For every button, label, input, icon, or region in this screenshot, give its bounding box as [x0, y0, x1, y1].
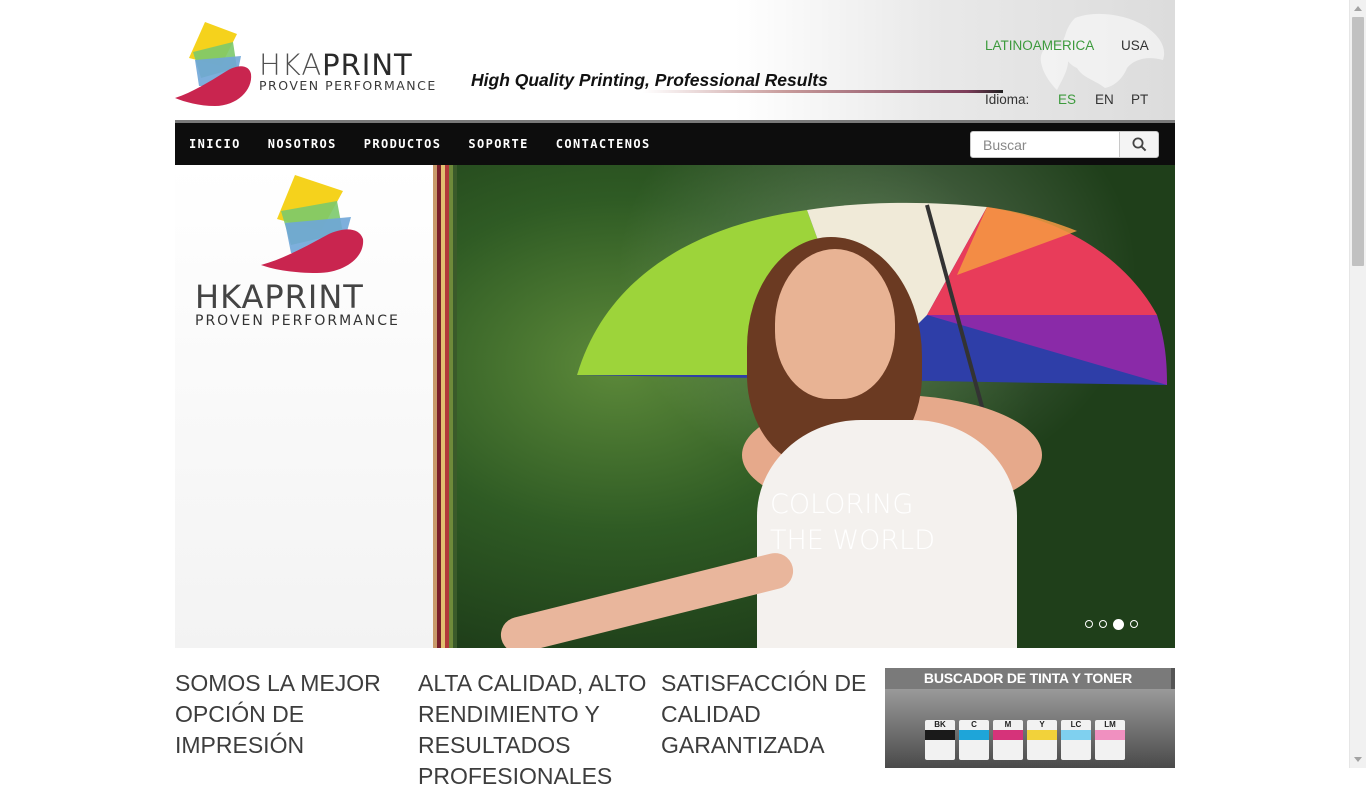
feature-mejor-opcion: SOMOS LA MEJOR OPCIÓN DE IMPRESIÓN — [175, 670, 381, 758]
logo-text: HKAPRINT PROVEN PERFORMANCE — [259, 51, 437, 94]
cartridge-label: LM — [1104, 720, 1116, 729]
ink-toner-finder[interactable]: BUSCADOR DE TINTA Y TONER BK C M Y LC LM — [885, 668, 1175, 768]
site-logo[interactable]: HKAPRINT PROVEN PERFORMANCE — [175, 20, 445, 110]
cartridge-lc: LC — [1061, 720, 1091, 760]
hero-person-face — [775, 249, 895, 399]
nav-item-inicio[interactable]: INICIO — [189, 123, 241, 165]
hero-slider[interactable]: HKAPRINT PROVEN PERFORMANCE COLORING THE… — [175, 165, 1175, 648]
slider-dot-2[interactable] — [1099, 620, 1107, 628]
ink-finder-title: BUSCADOR DE TINTA Y TONER — [885, 668, 1171, 689]
page-scrollbar[interactable] — [1349, 0, 1366, 768]
cartridge-color — [1095, 730, 1125, 740]
scroll-thumb[interactable] — [1352, 17, 1364, 266]
language-en-link[interactable]: EN — [1095, 92, 1114, 107]
region-latinoamerica-link[interactable]: LATINOAMERICA — [985, 38, 1094, 53]
hero-photo: COLORING THE WORLD — [457, 165, 1175, 648]
page: HKAPRINT PROVEN PERFORMANCE High Quality… — [175, 0, 1175, 789]
nav-item-nosotros[interactable]: NOSOTROS — [268, 123, 337, 165]
slider-pagination — [1085, 618, 1138, 630]
ink-cartridges-image: BK C M Y LC LM — [885, 689, 1175, 768]
search-input[interactable] — [970, 131, 1120, 158]
cartridge-label: LC — [1070, 720, 1082, 729]
hero-logo-tagline: PROVEN PERFORMANCE — [195, 313, 400, 329]
logo-word-bold: PRINT — [322, 48, 413, 82]
cartridge-label: BK — [934, 720, 946, 729]
feature-alta-calidad: ALTA CALIDAD, ALTO RENDIMIENTO Y RESULTA… — [418, 670, 647, 789]
main-navigation: INICIO NOSOTROS PRODUCTOS SOPORTE CONTAC… — [175, 120, 1175, 165]
hero-left-panel: HKAPRINT PROVEN PERFORMANCE — [175, 165, 435, 648]
language-pt-link[interactable]: PT — [1131, 92, 1148, 107]
language-es-link[interactable]: ES — [1058, 92, 1076, 107]
hero-color-stripes — [433, 165, 457, 648]
hero-person-arm — [497, 549, 797, 648]
logo-tagline: PROVEN PERFORMANCE — [259, 78, 437, 93]
logo-word-light: HKA — [259, 48, 323, 82]
cartridge-c: C — [959, 720, 989, 760]
hero-caption: COLORING THE WORLD — [770, 487, 935, 559]
cartridge-color — [1061, 730, 1091, 740]
feature-satisfaccion: SATISFACCIÓN DE CALIDAD GARANTIZADA — [661, 670, 867, 758]
search-form — [970, 131, 1160, 160]
cartridge-color — [959, 730, 989, 740]
search-icon — [1132, 137, 1146, 152]
slider-dot-4[interactable] — [1130, 620, 1138, 628]
scroll-down-arrow-icon[interactable] — [1354, 757, 1362, 762]
logo-mark-icon — [175, 22, 252, 106]
cartridge-m: M — [993, 720, 1023, 760]
hero-logo-mark-icon — [261, 175, 364, 273]
logo-wordmark: HKAPRINT — [259, 51, 437, 80]
hero-logo: HKAPRINT PROVEN PERFORMANCE — [195, 173, 435, 333]
slider-dot-3[interactable] — [1113, 618, 1124, 630]
hero-caption-line1: COLORING — [770, 489, 914, 520]
cartridge-color — [1027, 730, 1057, 740]
cartridge-bk: BK — [925, 720, 955, 760]
cartridge-label: M — [1004, 720, 1012, 729]
site-slogan: High Quality Printing, Professional Resu… — [471, 70, 828, 90]
hero-logo-wordmark: HKAPRINT — [195, 278, 364, 316]
cartridge-color — [925, 730, 955, 740]
nav-item-contactenos[interactable]: CONTACTENOS — [556, 123, 651, 165]
nav-item-productos[interactable]: PRODUCTOS — [364, 123, 442, 165]
slider-dot-1[interactable] — [1085, 620, 1093, 628]
slogan-underline — [643, 90, 1003, 93]
cartridge-label: C — [971, 720, 977, 729]
region-usa-link[interactable]: USA — [1121, 38, 1149, 53]
scroll-up-arrow-icon[interactable] — [1354, 6, 1362, 11]
cartridge-y: Y — [1027, 720, 1057, 760]
nav-item-soporte[interactable]: SOPORTE — [468, 123, 528, 165]
cartridge-color — [993, 730, 1023, 740]
language-label: Idioma: — [985, 92, 1030, 107]
nav-menu: INICIO NOSOTROS PRODUCTOS SOPORTE CONTAC… — [189, 123, 678, 165]
cartridge-label: Y — [1039, 720, 1045, 729]
search-button[interactable] — [1119, 131, 1159, 158]
site-header: HKAPRINT PROVEN PERFORMANCE High Quality… — [175, 0, 1175, 120]
cartridge-lm: LM — [1095, 720, 1125, 760]
hero-caption-line2: THE WORLD — [770, 525, 935, 556]
